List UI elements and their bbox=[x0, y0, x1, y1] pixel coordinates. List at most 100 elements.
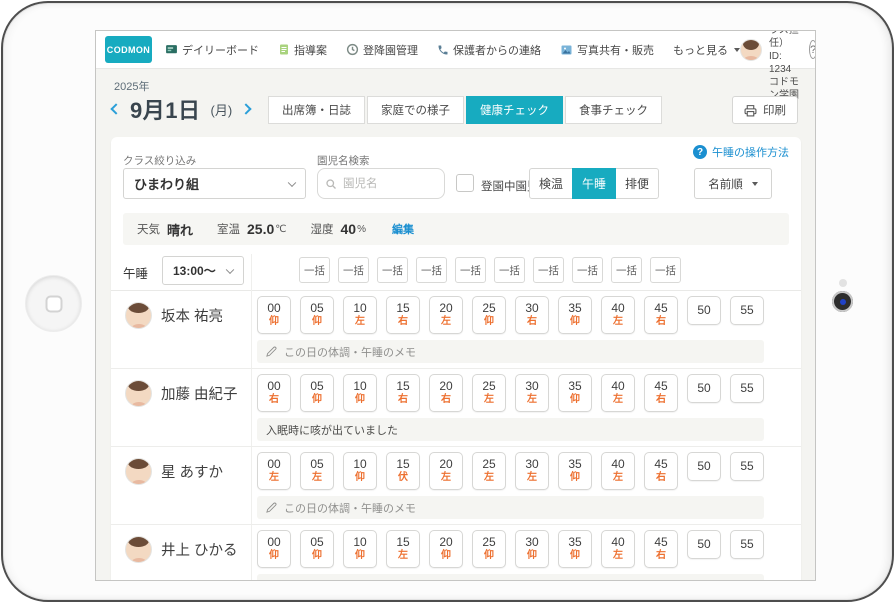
sort-select[interactable]: 名前順 bbox=[694, 168, 772, 199]
nap-cell-10[interactable]: 10仰 bbox=[343, 374, 377, 412]
batch-button[interactable]: 一括 bbox=[572, 257, 603, 283]
nap-cell-20[interactable]: 20仰 bbox=[429, 530, 463, 568]
tab-home-notes[interactable]: 家庭での様子 bbox=[367, 96, 464, 124]
nap-cell-20[interactable]: 20左 bbox=[429, 452, 463, 490]
nav-item-teaching-plans[interactable]: 指導案 bbox=[278, 42, 327, 58]
cell-minute: 35 bbox=[568, 458, 581, 472]
batch-button[interactable]: 一括 bbox=[611, 257, 642, 283]
nav-item-photo-sales[interactable]: 写真共有・販売 bbox=[560, 42, 654, 58]
nap-cell-40[interactable]: 40左 bbox=[601, 530, 635, 568]
nap-cell-00[interactable]: 00仰 bbox=[257, 530, 291, 568]
nap-cell-40[interactable]: 40左 bbox=[601, 296, 635, 334]
nap-cell-10[interactable]: 10左 bbox=[343, 296, 377, 334]
cell-minute: 05 bbox=[310, 536, 323, 550]
nap-cell-15[interactable]: 15左 bbox=[386, 530, 420, 568]
weather-edit-link[interactable]: 編集 bbox=[392, 221, 414, 237]
nap-cell-35[interactable]: 35仰 bbox=[558, 374, 592, 412]
nap-cell-05[interactable]: 05仰 bbox=[300, 530, 334, 568]
nap-cell-45[interactable]: 45右 bbox=[644, 530, 678, 568]
nap-cell-00[interactable]: 00仰 bbox=[257, 296, 291, 334]
cell-minute: 00 bbox=[267, 536, 280, 550]
nap-cell-25[interactable]: 25左 bbox=[472, 374, 506, 412]
codmon-logo[interactable]: CODMON bbox=[105, 36, 152, 63]
nap-cell-35[interactable]: 35仰 bbox=[558, 452, 592, 490]
nap-cell-00[interactable]: 00左 bbox=[257, 452, 291, 490]
tab-health-check[interactable]: 健康チェック bbox=[466, 96, 563, 124]
child-search-wrap bbox=[317, 168, 445, 199]
nav-item-parent-contact[interactable]: 保護者からの連絡 bbox=[437, 42, 541, 58]
nap-memo-input[interactable]: この日の体調・午睡のメモ bbox=[257, 496, 764, 519]
home-button[interactable] bbox=[26, 276, 81, 331]
nap-cell-55[interactable]: 55 bbox=[730, 374, 764, 403]
nap-cell-25[interactable]: 25左 bbox=[472, 452, 506, 490]
batch-button[interactable]: 一括 bbox=[455, 257, 486, 283]
nap-cell-45[interactable]: 45右 bbox=[644, 374, 678, 412]
print-button[interactable]: 印刷 bbox=[732, 96, 798, 124]
batch-button[interactable]: 一括 bbox=[650, 257, 681, 283]
batch-button[interactable]: 一括 bbox=[494, 257, 525, 283]
nap-cell-15[interactable]: 15右 bbox=[386, 374, 420, 412]
nap-cell-35[interactable]: 35仰 bbox=[558, 530, 592, 568]
cell-position: 仰 bbox=[355, 472, 365, 485]
help-icon[interactable]: ? bbox=[809, 40, 816, 59]
prev-day-button[interactable] bbox=[110, 103, 121, 114]
nap-cell-05[interactable]: 05左 bbox=[300, 452, 334, 490]
cell-position: 左 bbox=[613, 550, 623, 563]
nap-cell-55[interactable]: 55 bbox=[730, 530, 764, 559]
nap-cell-30[interactable]: 30左 bbox=[515, 374, 549, 412]
memo-placeholder: この日の体調・午睡のメモ bbox=[284, 578, 416, 582]
tab-attendance-log[interactable]: 出席簿・日誌 bbox=[268, 96, 365, 124]
nap-cell-50[interactable]: 50 bbox=[687, 452, 721, 481]
nap-cell-55[interactable]: 55 bbox=[730, 296, 764, 325]
nap-cell-20[interactable]: 20右 bbox=[429, 374, 463, 412]
nap-cell-15[interactable]: 15伏 bbox=[386, 452, 420, 490]
nap-cell-10[interactable]: 10仰 bbox=[343, 530, 377, 568]
segment-nap[interactable]: 午睡 bbox=[572, 168, 616, 199]
nap-cell-05[interactable]: 05仰 bbox=[300, 296, 334, 334]
class-filter-select[interactable]: ひまわり組 bbox=[123, 168, 306, 199]
nap-cell-35[interactable]: 35仰 bbox=[558, 296, 592, 334]
nav-item-daily-board[interactable]: デイリーボード bbox=[165, 42, 259, 58]
nav-item-more[interactable]: もっと見る bbox=[673, 42, 740, 58]
nap-memo-input[interactable]: 入眠時に咳が出ていました bbox=[257, 418, 764, 441]
nap-cell-05[interactable]: 05仰 bbox=[300, 374, 334, 412]
nap-cell-40[interactable]: 40左 bbox=[601, 374, 635, 412]
batch-button[interactable]: 一括 bbox=[377, 257, 408, 283]
cell-position: 仰 bbox=[570, 394, 580, 407]
light-sensor bbox=[839, 279, 847, 287]
nap-cell-30[interactable]: 30右 bbox=[515, 296, 549, 334]
nap-cell-25[interactable]: 25仰 bbox=[472, 296, 506, 334]
batch-button[interactable]: 一括 bbox=[299, 257, 330, 283]
attendance-only-checkbox[interactable] bbox=[456, 174, 474, 192]
nap-cell-55[interactable]: 55 bbox=[730, 452, 764, 481]
batch-button[interactable]: 一括 bbox=[416, 257, 447, 283]
nap-cell-00[interactable]: 00右 bbox=[257, 374, 291, 412]
nap-start-time-select[interactable]: 13:00〜 bbox=[162, 256, 244, 285]
nap-cell-50[interactable]: 50 bbox=[687, 530, 721, 559]
segment-temperature[interactable]: 検温 bbox=[529, 168, 573, 199]
nap-cell-15[interactable]: 15右 bbox=[386, 296, 420, 334]
nap-cell-30[interactable]: 30左 bbox=[515, 452, 549, 490]
nav-item-attendance[interactable]: 登降園管理 bbox=[346, 42, 418, 58]
nap-cell-30[interactable]: 30仰 bbox=[515, 530, 549, 568]
nap-cell-25[interactable]: 25仰 bbox=[472, 530, 506, 568]
segment-bowel[interactable]: 排便 bbox=[615, 168, 659, 199]
cell-position: 左 bbox=[527, 394, 537, 407]
batch-button[interactable]: 一括 bbox=[338, 257, 369, 283]
nap-cell-45[interactable]: 45右 bbox=[644, 296, 678, 334]
nap-cell-20[interactable]: 20左 bbox=[429, 296, 463, 334]
nap-cell-40[interactable]: 40左 bbox=[601, 452, 635, 490]
nap-cell-50[interactable]: 50 bbox=[687, 374, 721, 403]
nap-memo-input[interactable]: この日の体調・午睡のメモ bbox=[257, 340, 764, 363]
nav-user-area[interactable]: 宮崎 千恵（クラス担任） ID: 1234 コドモン学園 ? bbox=[740, 30, 816, 102]
nap-help-link[interactable]: ? 午睡の操作方法 bbox=[693, 144, 789, 160]
print-label: 印刷 bbox=[763, 102, 786, 118]
next-day-button[interactable] bbox=[240, 103, 251, 114]
batch-button[interactable]: 一括 bbox=[533, 257, 564, 283]
tab-meal-check[interactable]: 食事チェック bbox=[565, 96, 662, 124]
nap-cell-10[interactable]: 10仰 bbox=[343, 452, 377, 490]
nap-cell-50[interactable]: 50 bbox=[687, 296, 721, 325]
nap-cell-45[interactable]: 45右 bbox=[644, 452, 678, 490]
nap-memo-input[interactable]: この日の体調・午睡のメモ bbox=[257, 574, 764, 581]
cell-minute: 10 bbox=[353, 536, 366, 550]
